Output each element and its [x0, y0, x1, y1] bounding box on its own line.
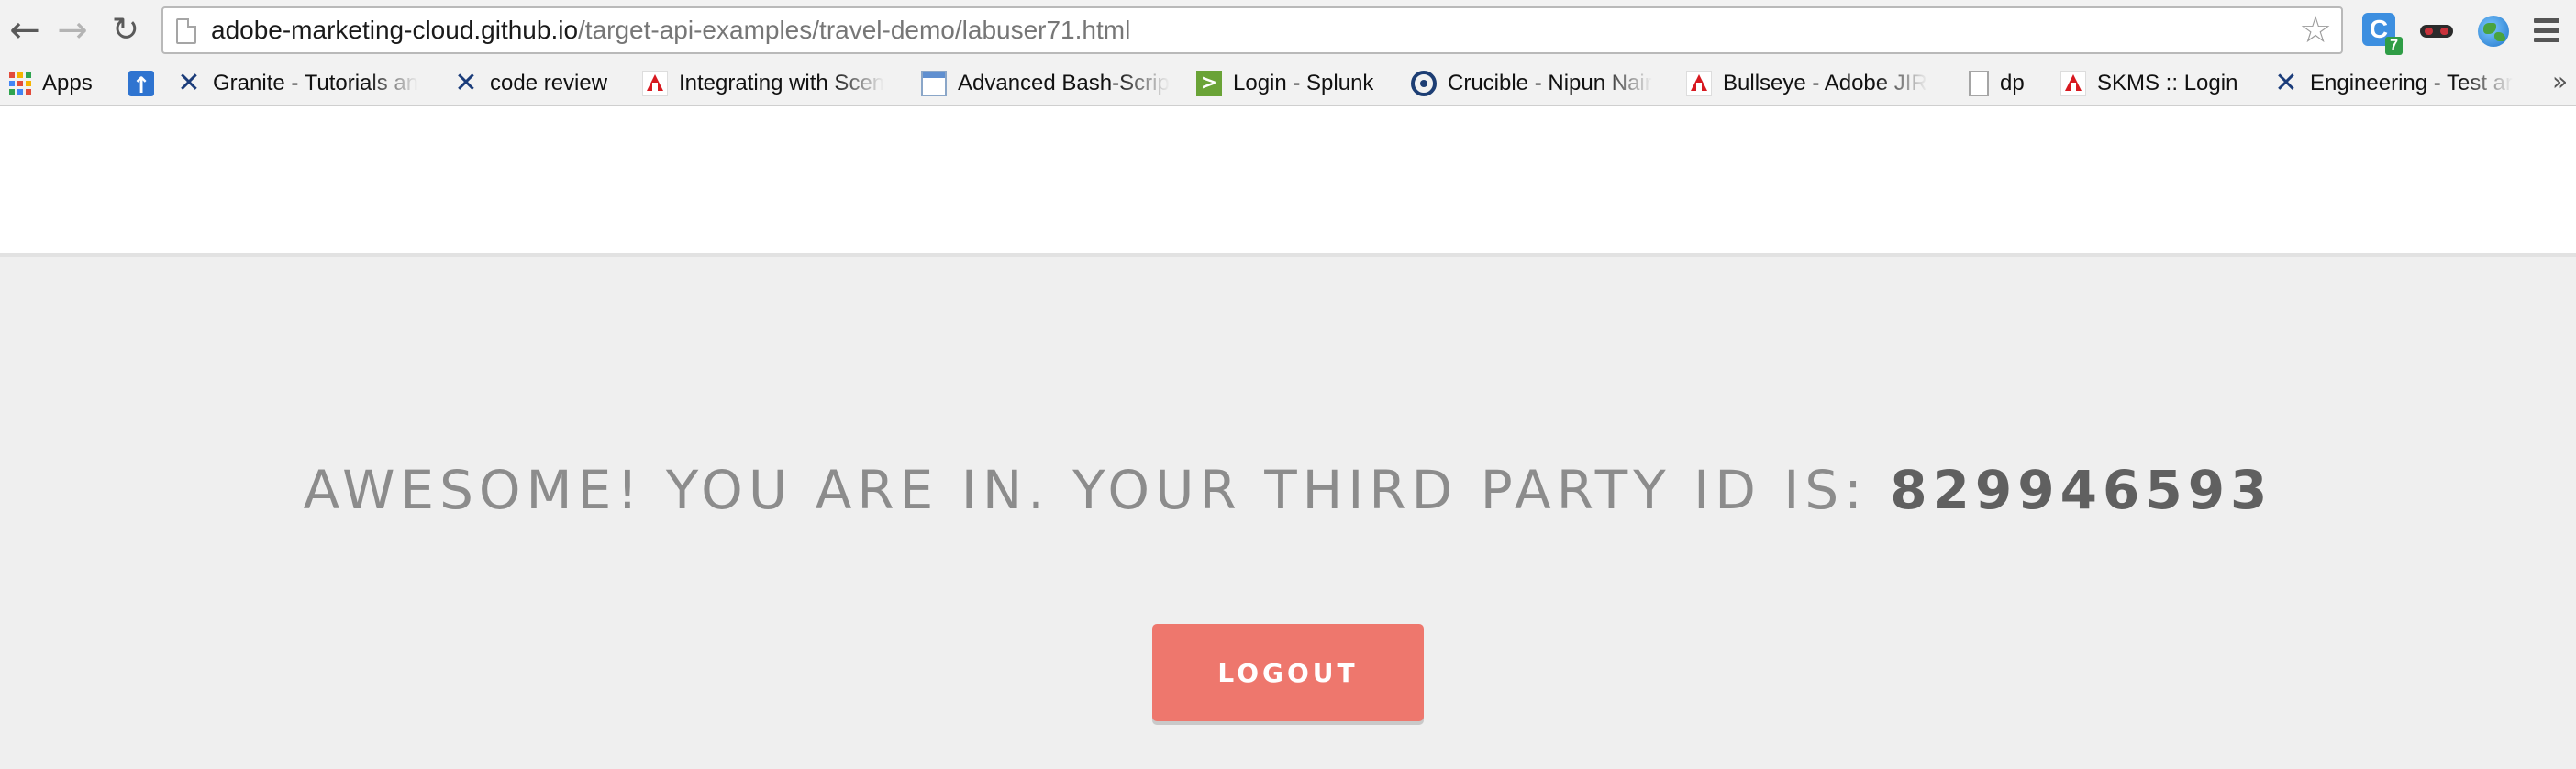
third-party-id: 829946593	[1890, 459, 2273, 521]
bookmark-star-icon[interactable]: ☆	[2299, 12, 2332, 49]
page-icon	[176, 18, 196, 44]
logout-button[interactable]: LOGOUT	[1152, 624, 1424, 721]
bookmark-label: Granite - Tutorials an	[213, 71, 419, 95]
extension-badge: 7	[2385, 37, 2403, 55]
bookmark-bullseye[interactable]: Bullseye - Adobe JIR	[1686, 62, 1936, 105]
menu-icon[interactable]	[2534, 18, 2559, 42]
bookmark-label: Engineering - Test ar	[2310, 71, 2514, 95]
bookmark-label: dp	[2000, 71, 2025, 95]
address-bar[interactable]: adobe-marketing-cloud.github.io/target-a…	[161, 6, 2343, 54]
bookmark-splunk[interactable]: Login - Splunk	[1196, 62, 1398, 105]
document-icon	[1969, 71, 1989, 96]
adobe-icon	[1686, 71, 1712, 96]
bookmark-bash[interactable]: Advanced Bash-Scrip	[921, 62, 1171, 105]
forward-arrow-icon[interactable]: →	[53, 11, 92, 50]
bookmark-label: Integrating with Scen	[679, 71, 885, 95]
bookmarks-bar: Apps Granite - Tutorials an code review …	[0, 62, 2576, 106]
bookmark-code-review[interactable]: code review	[453, 62, 627, 105]
apps-grid-icon	[9, 72, 31, 95]
x-logo-icon	[453, 71, 479, 96]
back-arrow-icon[interactable]: ←	[6, 11, 44, 50]
bookmark-label: SKMS :: Login	[2097, 71, 2238, 95]
bookmark-label: code review	[490, 71, 608, 95]
url-path: /target-api-examples/travel-demo/labuser…	[578, 16, 1131, 44]
x-logo-icon	[176, 71, 202, 96]
adobe-icon	[2060, 71, 2086, 96]
bookmark-granite[interactable]: Granite - Tutorials an	[176, 62, 426, 105]
blue-upload-icon	[128, 67, 154, 104]
bookmark-label: Crucible - Nipun Nair	[1448, 71, 1652, 95]
bookmark-skms[interactable]: SKMS :: Login	[2060, 62, 2253, 105]
crucible-icon	[1411, 71, 1437, 96]
bookmark-apps[interactable]: Apps	[9, 62, 101, 105]
bookmark-label: Login - Splunk	[1233, 71, 1374, 95]
bookmark-label: Bullseye - Adobe JIR	[1723, 71, 1927, 95]
bookmark-crucible[interactable]: Crucible - Nipun Nair	[1411, 62, 1660, 105]
page-header	[0, 106, 2576, 257]
splunk-icon	[1196, 71, 1222, 96]
bookmark-integrating[interactable]: Integrating with Scen	[642, 62, 892, 105]
browser-toolbar: ← → ↻ adobe-marketing-cloud.github.io/ta…	[0, 0, 2576, 62]
main-content: AWESOME! YOU ARE IN. YOUR THIRD PARTY ID…	[0, 257, 2576, 769]
bookmark-label: Apps	[42, 71, 93, 95]
globe-extension-icon[interactable]	[2475, 13, 2512, 50]
welcome-message: AWESOME! YOU ARE IN. YOUR THIRD PARTY ID…	[0, 459, 2576, 521]
bookmarks-overflow-chevron-icon[interactable]: »	[2552, 66, 2568, 96]
x-logo-icon	[2273, 71, 2299, 96]
url-host: adobe-marketing-cloud.github.io	[211, 16, 579, 44]
bookmark-label: Advanced Bash-Scrip	[958, 71, 1170, 95]
adobe-icon	[642, 71, 668, 96]
bash-page-icon	[921, 71, 947, 96]
c-extension-icon[interactable]: C7	[2362, 13, 2403, 55]
url-text[interactable]: adobe-marketing-cloud.github.io/target-a…	[211, 8, 1130, 52]
reload-icon[interactable]: ↻	[106, 11, 145, 50]
welcome-text: AWESOME! YOU ARE IN. YOUR THIRD PARTY ID…	[303, 459, 1868, 521]
bookmark-engineering[interactable]: Engineering - Test ar	[2273, 62, 2532, 105]
mask-extension-icon[interactable]	[2418, 13, 2455, 50]
bookmark-upload[interactable]	[128, 62, 158, 105]
bookmark-dp[interactable]: dp	[1969, 62, 2042, 105]
